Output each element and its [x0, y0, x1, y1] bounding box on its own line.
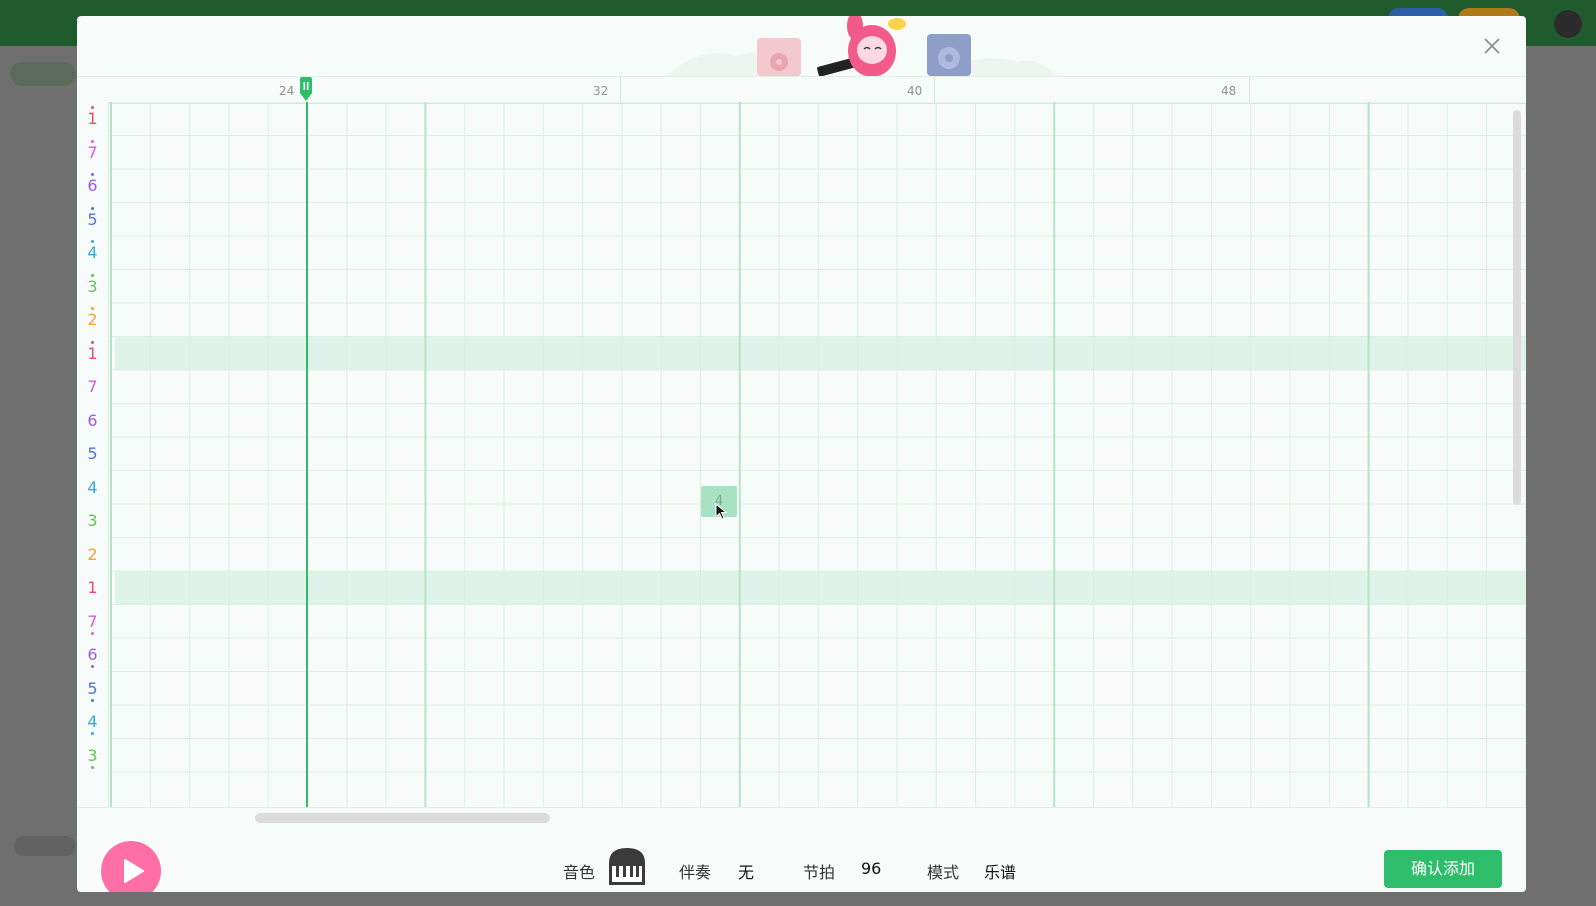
octave-dot-icon — [91, 340, 94, 344]
octave-dot-icon — [91, 765, 94, 769]
pitch-label: 3 — [77, 511, 108, 530]
pitch-label: 2 — [77, 545, 108, 564]
pitch-number: 7 — [87, 142, 98, 162]
highlight-row — [115, 571, 1526, 605]
octave-dot-icon — [91, 665, 94, 668]
ruler-bar-line — [620, 77, 621, 103]
pitch-label: 4 — [77, 240, 108, 262]
pitch-label: 6 — [77, 411, 108, 430]
octave-dot-icon — [91, 273, 94, 277]
octave-dot-icon — [91, 240, 94, 243]
pitch-number: 1 — [87, 343, 98, 363]
pitch-number: 5 — [87, 209, 98, 229]
pitch-number: 7 — [87, 611, 98, 631]
pitch-label: 6 — [77, 173, 108, 195]
playhead-handle-icon[interactable] — [299, 77, 313, 103]
pitch-number: 6 — [87, 645, 98, 664]
bottom-toolbar: 音色 伴奏 无 节拍 96 模式 乐谱 确认添加 — [77, 828, 1526, 892]
pitch-number: 4 — [87, 712, 98, 731]
dialog-header — [77, 16, 1526, 76]
background-pill — [14, 836, 76, 856]
pitch-number: 7 — [87, 377, 98, 396]
pitch-label: 4 — [77, 712, 108, 735]
pitch-number: 3 — [87, 276, 98, 296]
pitch-number: 5 — [87, 444, 98, 463]
tempo-label: 节拍 — [803, 863, 836, 882]
pitch-label: 3 — [77, 745, 108, 769]
pitch-label: 3 — [77, 273, 108, 296]
pitch-number: 2 — [87, 544, 98, 564]
accompaniment-label: 伴奏 — [679, 863, 712, 882]
pitch-label: 7 — [77, 139, 108, 162]
confirm-add-button[interactable]: 确认添加 — [1384, 850, 1502, 888]
note-grid[interactable]: 4 — [109, 102, 1526, 807]
mascot-illustration — [667, 16, 1057, 76]
pitch-number: 5 — [87, 678, 98, 698]
octave-dot-icon — [91, 631, 94, 635]
pitch-label: 7 — [77, 611, 108, 635]
octave-dot-icon — [91, 698, 94, 702]
pitch-label: 7 — [77, 377, 108, 396]
octave-dot-icon — [91, 732, 94, 735]
music-editor-dialog: 24 32 40 48 17654321765432176543 4 音色 伴奏… — [77, 16, 1526, 892]
pitch-number: 3 — [87, 511, 98, 530]
accompaniment-value[interactable]: 无 — [738, 859, 754, 883]
play-button[interactable] — [101, 841, 161, 892]
octave-dot-icon — [91, 139, 94, 143]
play-icon — [124, 859, 144, 883]
pitch-number: 6 — [87, 410, 98, 430]
tempo-value[interactable]: 96 — [861, 859, 881, 878]
piano-icon[interactable] — [607, 845, 647, 887]
pitch-label: 5 — [77, 206, 108, 229]
close-icon[interactable] — [1480, 34, 1504, 58]
pitch-number: 1 — [87, 109, 98, 128]
mode-value[interactable]: 乐谱 — [984, 859, 1016, 883]
pitch-label: 1 — [77, 578, 108, 597]
ruler-label: 32 — [593, 84, 609, 98]
ruler-label: 24 — [279, 84, 295, 98]
octave-dot-icon — [91, 106, 94, 109]
background-avatar — [1554, 10, 1582, 38]
pitch-labels: 1 7 6 5 4 3 2 1 7 6 5 4 3 2 1 7 6 5 4 3 — [77, 102, 109, 807]
mouse-cursor-icon — [715, 503, 728, 520]
vertical-scrollbar[interactable] — [1513, 110, 1521, 505]
background-pill — [10, 62, 76, 86]
mode-label: 模式 — [927, 863, 960, 882]
ruler-label: 40 — [907, 84, 923, 98]
note-grid-lines — [109, 102, 1526, 807]
pitch-number: 3 — [87, 745, 98, 765]
pitch-number: 4 — [87, 243, 98, 262]
pitch-number: 4 — [87, 477, 98, 497]
timbre-label: 音色 — [563, 863, 596, 882]
pitch-label: 6 — [77, 645, 108, 668]
pitch-label: 5 — [77, 678, 108, 702]
octave-dot-icon — [91, 307, 94, 310]
pitch-label: 1 — [77, 340, 108, 363]
horizontal-scrollbar[interactable] — [255, 813, 550, 823]
ruler-bar-line — [1249, 77, 1250, 103]
timeline-ruler[interactable]: 24 32 40 48 — [77, 76, 1526, 104]
ruler-label: 48 — [1221, 84, 1237, 98]
highlight-row — [115, 336, 1526, 370]
pitch-label: 4 — [77, 478, 108, 497]
pitch-label: 5 — [77, 444, 108, 463]
ruler-bar-line — [934, 77, 935, 103]
pitch-number: 1 — [87, 578, 98, 597]
octave-dot-icon — [91, 173, 94, 176]
pitch-label: 1 — [77, 106, 108, 128]
pitch-label: 2 — [77, 307, 108, 329]
octave-dot-icon — [91, 206, 94, 210]
pitch-number: 6 — [87, 176, 98, 195]
horizontal-scrollbar-track — [77, 807, 1526, 829]
pitch-number: 2 — [87, 310, 98, 329]
